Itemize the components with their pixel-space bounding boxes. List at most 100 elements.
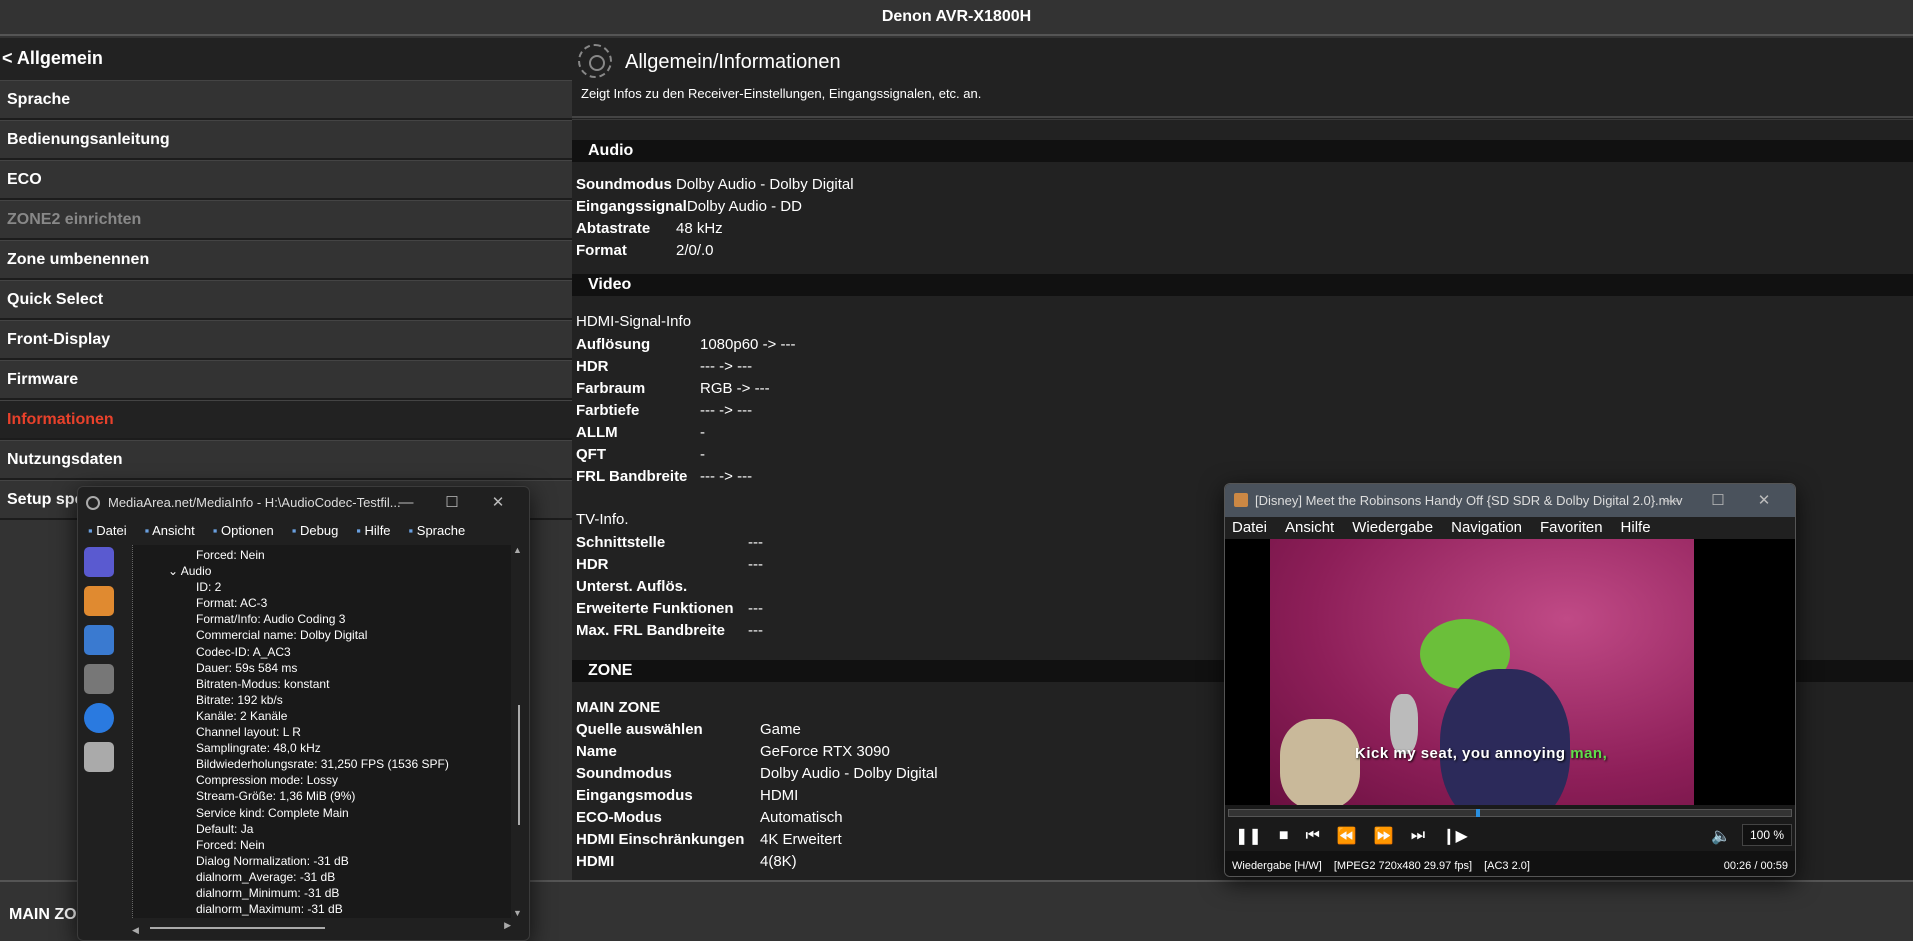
open-folder-icon[interactable]	[84, 586, 114, 616]
tree-item: Format: AC-3	[196, 596, 268, 611]
info-value: 1080p60 -> ---	[700, 336, 796, 353]
previous-icon[interactable]: ⏮	[1305, 827, 1319, 845]
info-label: HDR	[576, 556, 609, 573]
info-value: ---	[748, 600, 763, 617]
volume-level[interactable]: 100 %	[1742, 824, 1792, 846]
info-row: Format 2/0/.0	[576, 240, 1913, 262]
tree-item: Kanäle: 2 Kanäle	[196, 708, 288, 723]
rewind-icon[interactable]: ⏪	[1337, 826, 1357, 846]
info-label: Soundmodus	[576, 765, 672, 782]
status-playback: Wiedergabe [H/W]	[1232, 860, 1322, 872]
menu-item[interactable]: Hilfe	[356, 519, 391, 543]
info-label: Eingangsmodus	[576, 787, 693, 804]
info-value: --- -> ---	[700, 402, 753, 419]
minimize-button[interactable]: —	[383, 487, 429, 519]
info-row: Abtastrate 48 kHz	[576, 218, 1913, 240]
info-value: --- -> ---	[700, 468, 753, 485]
tree-item: Samplingrate: 48,0 kHz	[196, 741, 321, 756]
back-button[interactable]: < Allgemein	[0, 38, 572, 80]
video-area[interactable]: Kick my seat, you annoying man,	[1225, 539, 1795, 805]
status-bar: Wiedergabe [H/W] [MPEG2 720x480 29.97 fp…	[1225, 851, 1795, 876]
menu-item[interactable]: Favoriten	[1540, 517, 1603, 539]
menu-item[interactable]: Debug	[292, 519, 338, 543]
info-value: -	[700, 446, 705, 463]
close-button[interactable]: ✕	[475, 487, 521, 519]
maximize-button[interactable]: ☐	[429, 487, 475, 519]
tree-item: Stream-Größe: 1,36 MiB (9%)	[196, 789, 356, 804]
sheet-icon[interactable]	[84, 742, 114, 772]
zone-title: MAIN ZONE	[576, 699, 661, 716]
info-value: RGB -> ---	[700, 380, 770, 397]
tree-item: Compression mode: Lossy	[196, 773, 339, 788]
info-value: -	[700, 424, 705, 441]
info-value: Dolby Audio - Dolby Digital	[676, 176, 854, 193]
menu-item[interactable]: Datei	[1232, 517, 1267, 539]
menu-item[interactable]: Ansicht	[145, 519, 195, 543]
horizontal-scrollbar[interactable]: ◀ ▶	[132, 920, 511, 936]
menu-item[interactable]: Datei	[88, 519, 126, 543]
mediainfo-window: MediaArea.net/MediaInfo - H:\AudioCodec-…	[77, 486, 530, 941]
tree-item: Channel layout: L R	[196, 725, 301, 740]
sidebar-item[interactable]: Bedienungsanleitung	[0, 120, 572, 160]
video-frame: Kick my seat, you annoying man,	[1270, 539, 1694, 805]
info-row: Farbraum RGB -> ---	[576, 378, 1913, 400]
info-row: ALLM -	[576, 422, 1913, 444]
seek-bar[interactable]	[1228, 809, 1792, 817]
sidebar-item[interactable]: Quick Select	[0, 280, 572, 320]
sidebar-item[interactable]: Sprache	[0, 80, 572, 120]
info-label: Abtastrate	[576, 220, 651, 237]
sidebar-item[interactable]: ECO	[0, 160, 572, 200]
tree-item: Codec-ID: A_AC3	[196, 644, 291, 659]
info-row: Eingangssignal Dolby Audio - DD	[576, 196, 1913, 218]
menu-item[interactable]: Navigation	[1451, 517, 1522, 539]
menu-item[interactable]: Wiedergabe	[1352, 517, 1433, 539]
info-value: 4K Erweitert	[760, 831, 842, 848]
sidebar-item[interactable]: Nutzungsdaten	[0, 440, 572, 480]
tree-item: Commercial name: Dolby Digital	[196, 628, 368, 643]
options-icon[interactable]	[84, 664, 114, 694]
close-button[interactable]: ✕	[1741, 484, 1787, 517]
info-value: GeForce RTX 3090	[760, 743, 890, 760]
info-label: ECO-Modus	[576, 809, 662, 826]
info-value: --- -> ---	[700, 358, 753, 375]
next-icon[interactable]: ⏭	[1411, 827, 1425, 845]
info-value: Dolby Audio - Dolby Digital	[760, 765, 938, 782]
menu-item[interactable]: Hilfe	[1621, 517, 1651, 539]
tree-view[interactable]: Forced: Nein ⌄ Audio ID: 2 Format: AC-3 Fo…	[132, 545, 511, 918]
sidebar-item[interactable]: Front-Display	[0, 320, 572, 360]
info-label: Farbtiefe	[576, 402, 640, 419]
fast-forward-icon[interactable]: ⏩	[1374, 826, 1394, 846]
info-label: Quelle auswählen	[576, 721, 703, 738]
maximize-button[interactable]: ☐	[1695, 484, 1741, 517]
open-file-icon[interactable]	[84, 547, 114, 577]
sidebar-item[interactable]: Firmware	[0, 360, 572, 400]
minimize-button[interactable]: —	[1649, 484, 1695, 517]
tree-item: Forced: Nein	[196, 837, 265, 852]
sidebar-item[interactable]: Informationen	[0, 400, 572, 440]
volume-icon[interactable]: 🔈	[1711, 826, 1731, 846]
tree-item: Dauer: 59s 584 ms	[196, 660, 298, 675]
vertical-scrollbar[interactable]: ▲ ▼	[513, 545, 525, 918]
chevron-down-icon: ⌄	[168, 564, 181, 579]
subtitle-text: Kick my seat, you annoying man,	[1355, 745, 1608, 762]
menu-item[interactable]: Sprache	[409, 519, 465, 543]
tree-item: Default: Ja	[196, 821, 254, 836]
app-title: Denon AVR-X1800H	[0, 0, 1913, 36]
info-label: FRL Bandbreite	[576, 468, 688, 485]
frame-step-icon[interactable]: ❙▶	[1442, 826, 1468, 846]
stop-icon[interactable]: ■	[1279, 827, 1289, 845]
sidebar-item[interactable]: ZONE2 einrichten	[0, 200, 572, 240]
info-value: Automatisch	[760, 809, 843, 826]
info-icon[interactable]	[84, 703, 114, 733]
info-label: Auflösung	[576, 336, 651, 353]
info-row: Soundmodus Dolby Audio - Dolby Digital	[576, 174, 1913, 196]
export-icon[interactable]	[84, 625, 114, 655]
menu-item[interactable]: Optionen	[213, 519, 274, 543]
sidebar-item[interactable]: Zone umbenennen	[0, 240, 572, 280]
window-title: [Disney] Meet the Robinsons Handy Off {S…	[1255, 493, 1683, 508]
menu-item[interactable]: Ansicht	[1285, 517, 1334, 539]
section-audio: Audio	[572, 140, 1913, 162]
pause-icon[interactable]: ❚❚	[1235, 826, 1262, 846]
tree-node-audio[interactable]: ⌄ Audio	[168, 563, 511, 579]
seek-thumb[interactable]	[1476, 809, 1481, 817]
